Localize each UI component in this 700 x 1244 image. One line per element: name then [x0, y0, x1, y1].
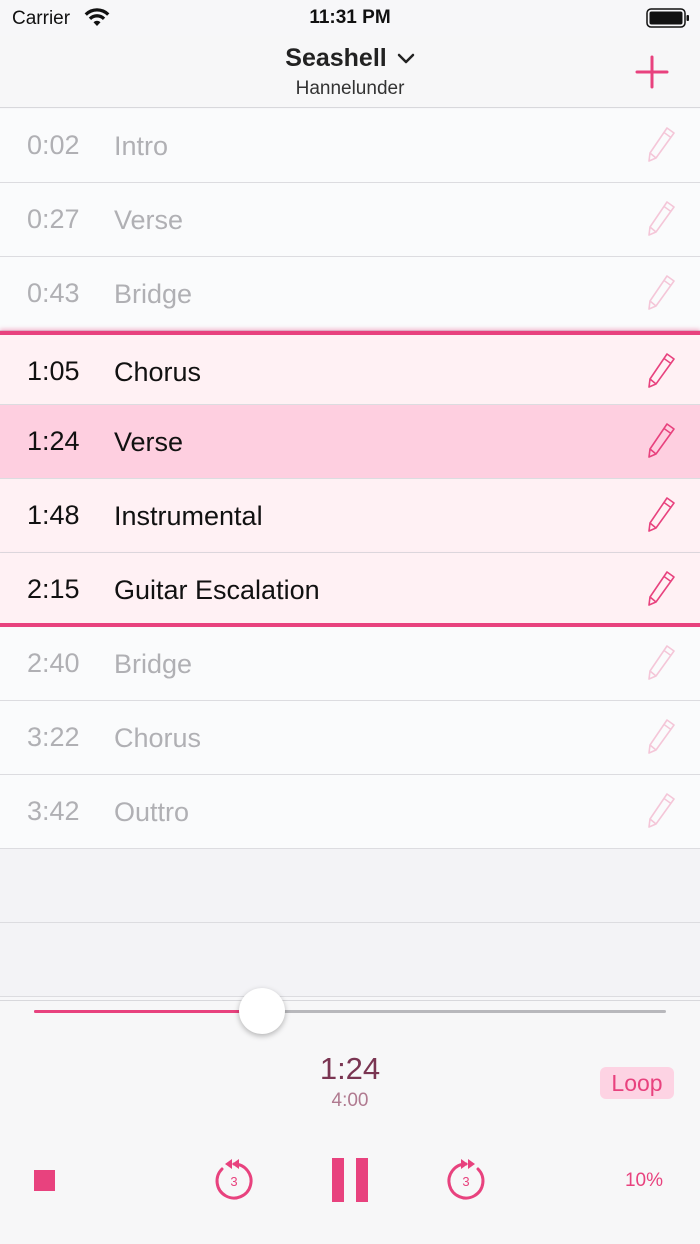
section-time: 3:42	[27, 796, 80, 826]
section-row[interactable]: 0:27 Verse	[0, 183, 700, 257]
add-section-button[interactable]	[634, 54, 670, 90]
pencil-icon[interactable]	[646, 792, 676, 830]
section-time: 1:05	[27, 356, 80, 386]
total-time: 4:00	[331, 1090, 369, 1111]
section-name: Bridge	[114, 279, 193, 309]
section-name: Chorus	[114, 357, 202, 387]
pencil-icon[interactable]	[646, 200, 676, 238]
section-time: 0:43	[27, 278, 80, 308]
section-name: Outtro	[114, 797, 190, 827]
battery-icon	[646, 8, 689, 28]
status-bar: Carrier 11:31 PM	[0, 0, 700, 36]
section-time: 1:24	[27, 426, 80, 456]
pencil-icon[interactable]	[646, 352, 676, 390]
pause-button[interactable]	[332, 1158, 368, 1202]
scrubber-track[interactable]	[34, 988, 666, 1034]
pause-bar-right	[356, 1158, 368, 1202]
status-clock: 11:31 PM	[309, 7, 391, 28]
section-name: Verse	[114, 427, 184, 457]
section-row[interactable]: 3:42 Outtro	[0, 775, 700, 849]
section-row[interactable]: 2:40 Bridge	[0, 627, 700, 701]
section-row[interactable]: 0:43 Bridge	[0, 257, 700, 331]
section-row[interactable]: 1:48 Instrumental	[0, 479, 700, 553]
pencil-icon[interactable]	[646, 570, 676, 608]
nav-bar: Seashell Hannelunder	[0, 36, 700, 108]
section-name: Intro	[114, 131, 169, 161]
chevron-down-icon	[397, 53, 414, 64]
section-row[interactable]: 1:05 Chorus	[0, 331, 700, 405]
section-time: 2:40	[27, 648, 80, 678]
pencil-icon[interactable]	[646, 496, 676, 534]
pencil-icon[interactable]	[646, 422, 676, 460]
section-time: 0:02	[27, 130, 80, 160]
stop-button[interactable]	[34, 1170, 55, 1191]
section-name: Bridge	[114, 649, 193, 679]
speed-button[interactable]: 10%	[614, 1170, 674, 1192]
section-time: 2:15	[27, 574, 80, 604]
section-row[interactable]: 2:15 Guitar Escalation	[0, 553, 700, 627]
section-name: Chorus	[114, 723, 202, 753]
artist-name: Hannelunder	[295, 78, 405, 99]
pencil-icon[interactable]	[646, 644, 676, 682]
current-time: 1:24	[319, 1051, 381, 1086]
rewind-seconds-label: 3	[230, 1174, 237, 1189]
section-row[interactable]: 3:22 Chorus	[0, 701, 700, 775]
section-name: Instrumental	[114, 501, 263, 531]
pause-bar-left	[332, 1158, 344, 1202]
section-time: 3:22	[27, 722, 80, 752]
rewind-3-button[interactable]: 3	[210, 1156, 258, 1204]
empty-row	[0, 923, 700, 997]
pencil-icon[interactable]	[646, 274, 676, 312]
section-name: Guitar Escalation	[114, 575, 320, 605]
pencil-icon[interactable]	[646, 718, 676, 756]
section-time: 0:27	[27, 204, 80, 234]
song-selector[interactable]: Seashell	[0, 44, 700, 73]
pencil-icon[interactable]	[646, 126, 676, 164]
forward-3-button[interactable]: 3	[442, 1156, 490, 1204]
section-time: 1:48	[27, 500, 80, 530]
section-row[interactable]: 0:02 Intro	[0, 109, 700, 183]
song-title: Seashell	[285, 44, 387, 72]
scrubber-thumb[interactable]	[238, 988, 285, 1034]
empty-row	[0, 849, 700, 923]
forward-seconds-label: 3	[462, 1174, 469, 1189]
section-name: Verse	[114, 205, 184, 235]
section-row-current[interactable]: 1:24 Verse	[0, 405, 700, 479]
loop-button[interactable]: Loop	[600, 1067, 674, 1099]
scrubber-progress	[34, 1010, 262, 1013]
section-list: 0:02 Intro 0:27 Verse 0:43 Bridge 1:05 C…	[0, 109, 700, 997]
player-panel: 1:24 4:00 Loop 3 3 10%	[0, 988, 700, 1244]
